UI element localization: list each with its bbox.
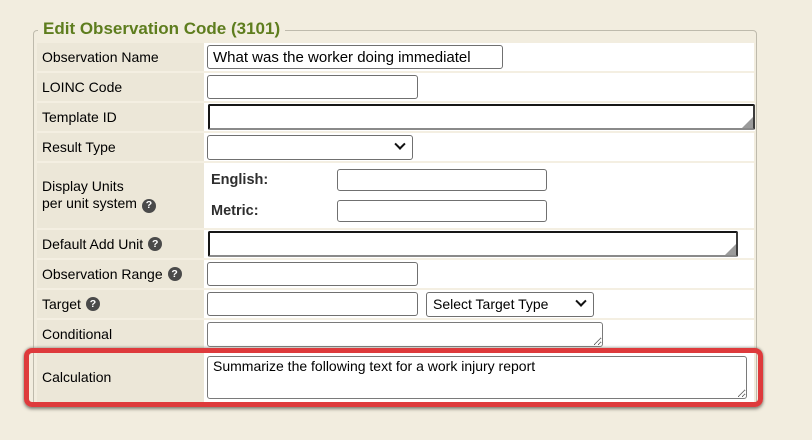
result-type-label: Result Type bbox=[42, 139, 116, 155]
display-units-label-cell: Display Units per unit system? bbox=[37, 163, 204, 228]
row-loinc-code: LOINC Code bbox=[37, 73, 754, 103]
target-type-select[interactable]: Select Target Type bbox=[426, 292, 594, 317]
calculation-textarea[interactable]: Summarize the following text for a work … bbox=[207, 356, 747, 399]
row-template-id: Template ID bbox=[37, 103, 754, 133]
row-default-add-unit: Default Add Unit ? bbox=[37, 230, 754, 260]
observation-name-input[interactable] bbox=[207, 45, 503, 69]
observation-name-label-cell: Observation Name bbox=[37, 43, 204, 71]
target-type-selected-value: Select Target Type bbox=[433, 296, 548, 312]
loinc-code-label-cell: LOINC Code bbox=[37, 73, 204, 101]
template-id-label: Template ID bbox=[42, 109, 117, 125]
result-type-label-cell: Result Type bbox=[37, 133, 204, 161]
chevron-down-icon bbox=[394, 139, 405, 150]
template-id-input[interactable] bbox=[210, 106, 753, 128]
target-label-cell: Target ? bbox=[37, 290, 204, 318]
row-observation-name: Observation Name bbox=[37, 43, 754, 73]
observation-name-label: Observation Name bbox=[42, 49, 159, 65]
display-units-label: Display Units per unit system? bbox=[42, 178, 156, 213]
target-label: Target bbox=[42, 296, 81, 312]
row-conditional: Conditional bbox=[37, 320, 754, 350]
help-icon[interactable]: ? bbox=[168, 267, 182, 281]
form-table: Observation Name LOINC Code Template ID bbox=[37, 43, 754, 404]
help-icon[interactable]: ? bbox=[148, 237, 162, 251]
template-id-field bbox=[208, 104, 755, 130]
default-add-unit-label: Default Add Unit bbox=[42, 236, 143, 252]
english-units-label: English: bbox=[207, 172, 337, 188]
default-add-unit-input[interactable] bbox=[210, 233, 736, 255]
template-id-label-cell: Template ID bbox=[37, 103, 204, 131]
row-observation-range: Observation Range ? bbox=[37, 260, 754, 290]
target-input[interactable] bbox=[207, 292, 418, 316]
row-calculation: Calculation Summarize the following text… bbox=[37, 350, 754, 404]
panel-title: Edit Observation Code (3101) bbox=[38, 19, 285, 39]
default-add-unit-label-cell: Default Add Unit ? bbox=[37, 230, 204, 258]
help-icon[interactable]: ? bbox=[86, 297, 100, 311]
row-display-units: Display Units per unit system? English: … bbox=[37, 163, 754, 230]
resize-grip-icon[interactable] bbox=[725, 244, 736, 255]
loinc-code-label: LOINC Code bbox=[42, 79, 122, 95]
row-target: Target ? Select Target Type bbox=[37, 290, 754, 320]
metric-units-label: Metric: bbox=[207, 203, 337, 219]
observation-range-input[interactable] bbox=[207, 262, 418, 286]
row-result-type: Result Type bbox=[37, 133, 754, 163]
english-units-input[interactable] bbox=[337, 169, 547, 191]
conditional-label-cell: Conditional bbox=[37, 320, 204, 348]
resize-grip-icon[interactable] bbox=[742, 117, 753, 128]
default-add-unit-field bbox=[208, 231, 738, 257]
conditional-textarea[interactable] bbox=[207, 322, 603, 347]
conditional-label: Conditional bbox=[42, 326, 112, 342]
observation-range-label-cell: Observation Range ? bbox=[37, 260, 204, 288]
loinc-code-input[interactable] bbox=[207, 75, 418, 99]
calculation-label: Calculation bbox=[42, 369, 111, 385]
metric-units-input[interactable] bbox=[337, 200, 547, 222]
observation-range-label: Observation Range bbox=[42, 266, 163, 282]
edit-observation-code-panel: Edit Observation Code (3101) Observation… bbox=[33, 30, 757, 407]
result-type-select[interactable] bbox=[207, 135, 413, 160]
help-icon[interactable]: ? bbox=[142, 199, 156, 213]
chevron-down-icon bbox=[575, 296, 586, 307]
calculation-label-cell: Calculation bbox=[37, 350, 204, 404]
